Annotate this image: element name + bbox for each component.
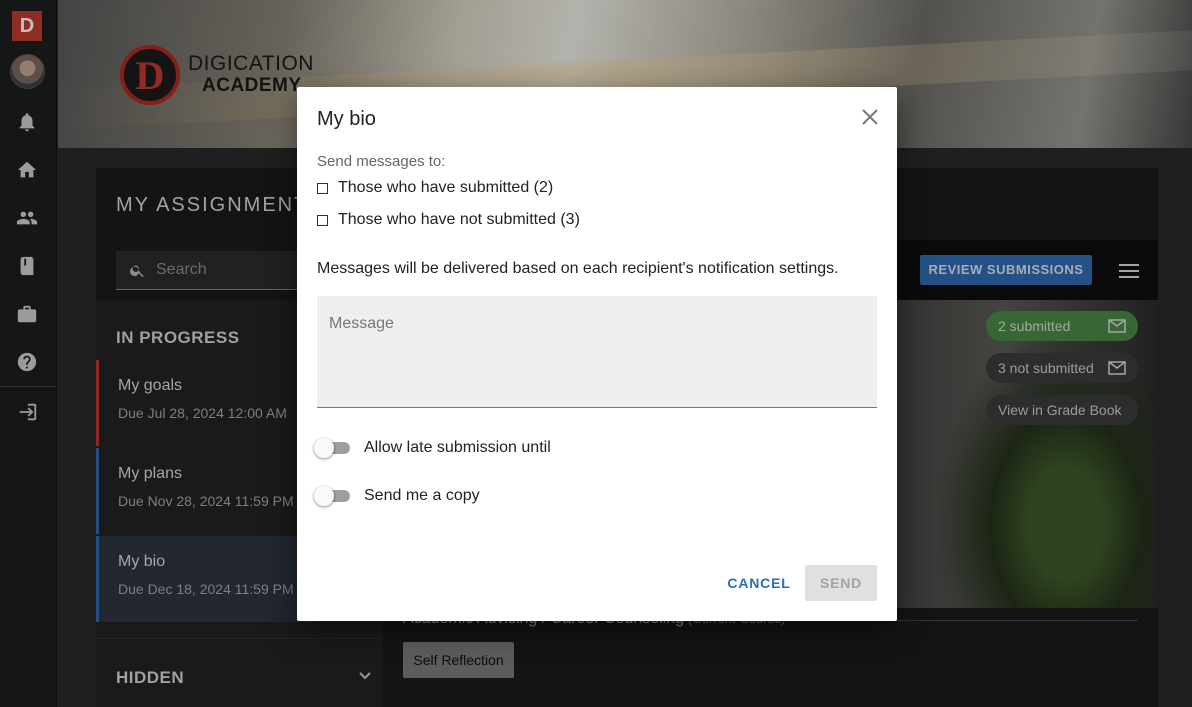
- send-copy-toggle[interactable]: [314, 486, 352, 506]
- submitted-checkbox[interactable]: [317, 182, 328, 194]
- message-dialog: My bio Send messages to: Those who have …: [297, 87, 897, 621]
- not-submitted-checkbox[interactable]: [317, 214, 328, 226]
- send-copy-row[interactable]: Send me a copy: [314, 484, 480, 508]
- send-to-label: Send messages to:: [317, 153, 446, 170]
- send-button[interactable]: SEND: [805, 565, 877, 601]
- close-icon[interactable]: [860, 107, 880, 127]
- not-submitted-option[interactable]: Those who have not submitted (3): [317, 210, 580, 230]
- late-submission-toggle[interactable]: [314, 438, 352, 458]
- late-submission-row[interactable]: Allow late submission until: [314, 436, 551, 460]
- message-input[interactable]: Message: [317, 296, 877, 408]
- cancel-button[interactable]: CANCEL: [721, 565, 797, 601]
- submitted-option[interactable]: Those who have submitted (2): [317, 178, 553, 198]
- dialog-title: My bio: [317, 108, 376, 130]
- delivery-note: Messages will be delivered based on each…: [317, 260, 839, 277]
